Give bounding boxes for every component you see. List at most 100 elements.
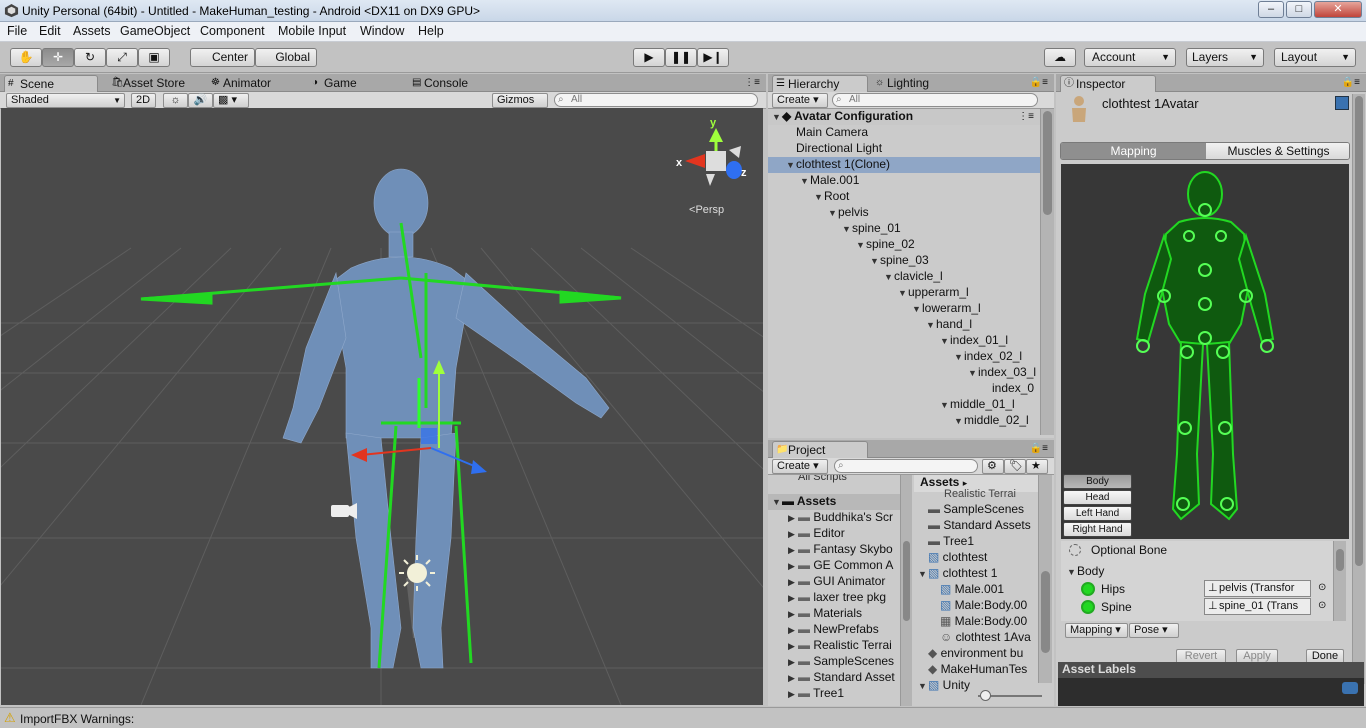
- layers-dropdown[interactable]: Layers ▼: [1186, 48, 1264, 67]
- project-asset-item[interactable]: ▬ Tree1: [918, 534, 974, 550]
- lighting-toggle[interactable]: ☼: [163, 93, 188, 108]
- folder-tree-scrollbar[interactable]: [900, 475, 912, 706]
- cloud-button[interactable]: ☁: [1044, 48, 1076, 67]
- hierarchy-scrollbar[interactable]: [1040, 109, 1054, 435]
- triangle-down-icon[interactable]: ▼: [954, 414, 964, 429]
- tab-animator[interactable]: ☸ Animator: [208, 75, 293, 92]
- triangle-right-icon[interactable]: ▶: [788, 687, 798, 702]
- spine-bone-field[interactable]: ⊥ spine_01 (Trans: [1204, 598, 1311, 615]
- folder-all-scripts[interactable]: All Scripts: [798, 475, 847, 483]
- project-folder-item[interactable]: ▶ ▬ laxer tree pkg: [788, 590, 886, 606]
- triangle-down-icon[interactable]: ▼: [968, 366, 978, 381]
- hierarchy-item[interactable]: ▼upperarm_l: [768, 285, 1040, 301]
- triangle-down-icon[interactable]: ▼: [870, 254, 880, 269]
- triangle-right-icon[interactable]: ▶: [788, 543, 798, 558]
- triangle-down-icon[interactable]: ▼: [856, 238, 866, 253]
- close-window-button[interactable]: ✕: [1314, 1, 1362, 18]
- project-folder-item[interactable]: ▶ ▬ Realistic Terrai: [788, 638, 892, 654]
- account-dropdown[interactable]: Account ▼: [1084, 48, 1176, 67]
- hierarchy-item[interactable]: ▼pelvis: [768, 205, 1040, 221]
- project-asset-item[interactable]: ▬ SampleScenes: [918, 502, 1024, 518]
- tab-lighting[interactable]: ☼ Lighting: [872, 75, 952, 92]
- tab-console[interactable]: ▤ Console: [409, 75, 491, 92]
- shading-mode-dropdown[interactable]: Shaded ▼: [6, 93, 125, 108]
- triangle-right-icon[interactable]: ▶: [788, 527, 798, 542]
- hierarchy-item[interactable]: ▼Male.001: [768, 173, 1040, 189]
- menu-icon[interactable]: ⋮≡: [1018, 109, 1034, 124]
- project-asset-item[interactable]: ▼▧ clothtest 1: [918, 566, 997, 582]
- asset-cut-item[interactable]: Realistic Terrai: [944, 488, 1016, 500]
- left-hand-view-button[interactable]: Left Hand: [1063, 506, 1132, 521]
- triangle-right-icon[interactable]: ▶: [788, 671, 798, 686]
- play-button[interactable]: ▶: [633, 48, 665, 67]
- body-section-header[interactable]: ▼Body: [1067, 564, 1104, 578]
- hierarchy-item[interactable]: index_0: [768, 381, 1040, 397]
- menu-component[interactable]: Component: [200, 24, 265, 38]
- hierarchy-item[interactable]: ▼Root: [768, 189, 1040, 205]
- maximize-button[interactable]: □: [1286, 1, 1312, 18]
- triangle-down-icon[interactable]: ▼: [954, 350, 964, 365]
- menu-window[interactable]: Window: [360, 24, 404, 38]
- triangle-down-icon[interactable]: ▼: [918, 679, 928, 694]
- tab-asset-store[interactable]: 🛍 Asset Store: [108, 75, 200, 92]
- triangle-right-icon[interactable]: ▶: [788, 591, 798, 606]
- lock-icon[interactable]: 🔒≡: [1342, 77, 1360, 88]
- scrollbar-thumb[interactable]: [903, 541, 910, 621]
- slider-handle[interactable]: [980, 690, 991, 701]
- triangle-down-icon[interactable]: ▼: [884, 270, 894, 285]
- project-folder-item[interactable]: ▶ ▬ Tree1: [788, 686, 844, 702]
- hierarchy-item[interactable]: ▼index_03_l: [768, 365, 1040, 381]
- tab-inspector[interactable]: ⓘ Inspector: [1060, 75, 1156, 92]
- triangle-down-icon[interactable]: ▼: [842, 222, 852, 237]
- project-asset-item[interactable]: ▬ Standard Assets: [918, 518, 1031, 534]
- hierarchy-item[interactable]: Main Camera: [768, 125, 1040, 141]
- triangle-right-icon[interactable]: ▶: [788, 575, 798, 590]
- body-view-button[interactable]: Body: [1063, 474, 1132, 489]
- project-asset-item[interactable]: ☺ clothtest 1Ava: [930, 630, 1031, 646]
- help-book-icon[interactable]: [1335, 96, 1349, 110]
- scale-tool-button[interactable]: ⤢: [106, 48, 138, 67]
- scrollbar-thumb[interactable]: [1043, 111, 1052, 215]
- object-picker-icon[interactable]: ⊙: [1318, 600, 1326, 611]
- tab-hierarchy[interactable]: ☰ Hierarchy: [772, 75, 868, 92]
- triangle-down-icon[interactable]: ▼: [926, 318, 936, 333]
- filter-type-button[interactable]: ⚙: [982, 459, 1004, 474]
- favorite-button[interactable]: ★: [1026, 459, 1048, 474]
- asset-list-scrollbar[interactable]: [1038, 475, 1052, 683]
- hierarchy-item[interactable]: Directional Light: [768, 141, 1040, 157]
- menu-gameobject[interactable]: GameObject: [120, 24, 190, 38]
- bone-list-scrollbar[interactable]: [1333, 541, 1346, 621]
- project-asset-item[interactable]: ▧ clothtest: [918, 550, 987, 566]
- hierarchy-create-dropdown[interactable]: Create ▾: [772, 93, 828, 108]
- project-folder-item[interactable]: ▶ ▬ Materials: [788, 606, 862, 622]
- pivot-global-button[interactable]: Global: [255, 48, 317, 67]
- triangle-down-icon[interactable]: ▼: [898, 286, 908, 301]
- scrollbar-thumb[interactable]: [1336, 549, 1344, 571]
- pivot-center-button[interactable]: Center: [190, 48, 255, 67]
- panel-menu-icon[interactable]: ⋮≡: [744, 77, 760, 88]
- triangle-down-icon[interactable]: ▼: [814, 190, 824, 205]
- scene-search-input[interactable]: All ⌕: [554, 93, 758, 107]
- status-message[interactable]: ImportFBX Warnings:: [20, 712, 134, 726]
- lock-icon[interactable]: 🔒≡: [1030, 443, 1048, 454]
- hierarchy-item[interactable]: ▼spine_02: [768, 237, 1040, 253]
- triangle-right-icon[interactable]: ▶: [788, 607, 798, 622]
- project-asset-item[interactable]: ▦ Male:Body.00: [930, 614, 1027, 630]
- tab-project[interactable]: 📁 Project: [772, 441, 868, 458]
- hand-tool-button[interactable]: ✋: [10, 48, 42, 67]
- project-search-input[interactable]: ⌕: [834, 459, 978, 473]
- project-asset-item[interactable]: ◆ MakeHumanTes: [918, 662, 1027, 678]
- step-button[interactable]: ▶❙: [697, 48, 729, 67]
- project-asset-item[interactable]: ▧ Male:Body.00: [930, 598, 1027, 614]
- minimize-button[interactable]: –: [1258, 1, 1284, 18]
- triangle-right-icon[interactable]: ▶: [788, 623, 798, 638]
- pose-dropdown[interactable]: Pose ▾: [1129, 623, 1179, 638]
- mapping-dropdown[interactable]: Mapping ▾: [1065, 623, 1128, 638]
- triangle-down-icon[interactable]: ▼: [828, 206, 838, 221]
- project-folder-item[interactable]: ▶ ▬ Standard Asset: [788, 670, 895, 686]
- project-asset-item[interactable]: ▧ Male.001: [930, 582, 1004, 598]
- perspective-label[interactable]: <Persp: [689, 204, 724, 216]
- project-folder-item[interactable]: ▶ ▬ Editor: [788, 526, 845, 542]
- hierarchy-item[interactable]: ▼index_02_l: [768, 349, 1040, 365]
- triangle-down-icon[interactable]: ▼: [940, 334, 950, 349]
